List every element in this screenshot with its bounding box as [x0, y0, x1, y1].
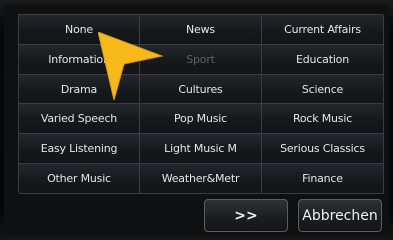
genre-light-music-button[interactable]: Light Music M: [140, 134, 262, 165]
genre-current-affairs-button[interactable]: Current Affairs: [262, 15, 384, 45]
genre-rock-music-button[interactable]: Rock Music: [262, 104, 384, 135]
arrow-pointer-icon: [98, 32, 164, 101]
genre-education-button[interactable]: Education: [262, 44, 384, 75]
cancel-button[interactable]: Abbrechen: [298, 199, 382, 232]
genre-easy-listening-button[interactable]: Easy Listening: [19, 134, 140, 165]
genre-weather-button[interactable]: Weather&Metr: [140, 164, 262, 194]
genre-science-button[interactable]: Science: [262, 74, 384, 105]
genre-finance-button[interactable]: Finance: [262, 164, 384, 194]
next-page-button[interactable]: >>: [204, 199, 288, 232]
program-type-grid: None News Current Affairs Information Sp…: [18, 14, 384, 194]
genre-other-music-button[interactable]: Other Music: [19, 164, 140, 194]
genre-serious-classics-button[interactable]: Serious Classics: [262, 134, 384, 165]
genre-varied-speech-button[interactable]: Varied Speech: [19, 104, 140, 135]
genre-pop-music-button[interactable]: Pop Music: [140, 104, 262, 135]
